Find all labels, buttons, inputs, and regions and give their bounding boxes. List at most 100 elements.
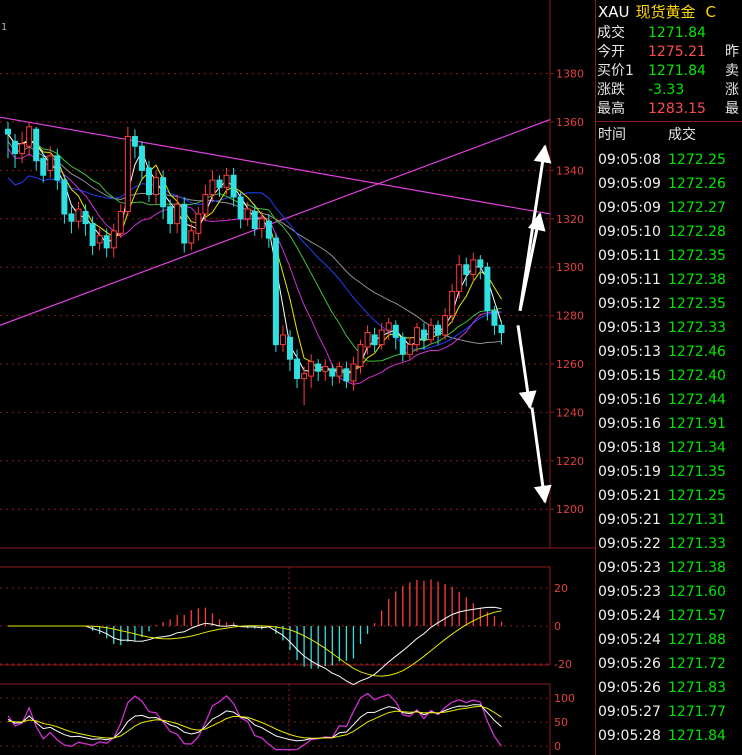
candle-body: [244, 208, 251, 220]
quote-value: -3.33: [648, 82, 685, 98]
candle-body: [322, 365, 329, 372]
tick-row: 09:05:13 1272.33: [596, 316, 742, 340]
candle-body: [371, 334, 378, 346]
candle-body: [117, 211, 124, 234]
candle-body: [498, 324, 505, 334]
candle-body: [329, 368, 336, 377]
candle-body: [202, 194, 209, 215]
tick-price: 1272.28: [668, 224, 726, 240]
tick-time: 09:05:21: [598, 512, 661, 528]
tick-price: 1271.31: [668, 512, 726, 528]
tick-price: 1272.25: [668, 152, 726, 168]
candle-body: [181, 203, 188, 244]
candle-body: [110, 230, 117, 249]
quote-value: 1271.84: [648, 63, 706, 79]
kdj-tick-label: 50: [554, 716, 568, 729]
tick-time: 09:05:09: [598, 176, 661, 192]
quote-label: 今开: [597, 44, 625, 60]
quote-value: 1271.84: [648, 25, 706, 41]
ticks-list[interactable]: 09:05:08 1272.25 09:05:09 1272.26 09:05:09 12…: [596, 148, 742, 748]
quote-label-2: 昨: [725, 44, 739, 60]
candle-body: [167, 206, 174, 225]
candle-body: [428, 324, 434, 341]
tick-row: 09:05:13 1272.46: [596, 340, 742, 364]
candle-body: [223, 174, 230, 188]
quote-value: 1275.21: [648, 44, 706, 60]
quote-label-2: 最: [725, 101, 739, 117]
tick-row: 09:05:26 1271.83: [596, 676, 742, 700]
candle-body: [301, 373, 308, 380]
candle-body: [174, 203, 181, 225]
candle-body: [75, 208, 82, 222]
quote-row: 成交 1271.84: [596, 24, 742, 43]
candle-body: [484, 266, 491, 312]
candle-body: [315, 363, 322, 372]
tick-row: 09:05:09 1272.26: [596, 172, 742, 196]
tick-row: 09:05:23 1271.38: [596, 556, 742, 580]
price-tick-label: 1220: [556, 455, 584, 468]
quote-label-2: 涨: [725, 82, 739, 98]
price-tick-label: 1200: [556, 503, 584, 516]
candle-body: [160, 177, 167, 208]
tick-time: 09:05:12: [598, 296, 661, 312]
quote-table: 成交 1271.84 今开 1275.21 昨买价1 1271.84 卖涨跌 -3.33 涨最高…: [596, 24, 742, 119]
tick-price: 1272.27: [668, 200, 726, 216]
kdj-tick-label: 100: [554, 692, 575, 705]
trendline-resistance: [0, 116, 551, 215]
candle-body: [279, 334, 286, 346]
candle-body: [413, 327, 420, 346]
candle-body: [237, 196, 244, 220]
candle-body: [209, 179, 216, 196]
candle-body: [258, 218, 265, 229]
ma-yellow-line: [7, 133, 502, 373]
tick-row: 09:05:12 1272.35: [596, 292, 742, 316]
tick-time: 09:05:23: [598, 584, 661, 600]
quote-row: 最高 1283.15 最: [596, 100, 742, 119]
price-tick-label: 1380: [556, 68, 584, 81]
candle-body: [33, 128, 40, 162]
candle-body: [392, 324, 399, 338]
tick-time: 09:05:24: [598, 632, 661, 648]
tick-price: 1271.72: [668, 656, 726, 672]
quote-value: 1283.15: [648, 101, 706, 117]
kdj-panel-frame: [0, 683, 551, 755]
tick-row: 09:05:08 1272.25: [596, 148, 742, 172]
macd-tick-label: 20: [554, 582, 568, 595]
candle-body: [40, 157, 47, 176]
tick-price: 1271.25: [668, 488, 726, 504]
candle-body: [146, 167, 152, 196]
tick-time: 09:05:18: [598, 440, 661, 456]
candle-body: [96, 235, 103, 244]
tick-time: 09:05:26: [598, 656, 661, 672]
tick-time: 09:05:16: [598, 416, 661, 432]
macd-dea-line: [8, 610, 502, 677]
candle-body: [5, 128, 11, 135]
tick-time: 09:05:13: [598, 344, 661, 360]
annotation-arrow: [518, 212, 546, 312]
tick-price: 1272.35: [668, 296, 726, 312]
candle-body: [442, 315, 449, 336]
tick-time: 09:05:11: [598, 248, 661, 264]
candle-body: [364, 332, 371, 348]
symbol-name: 现货黄金: [635, 3, 696, 21]
candle-body: [406, 344, 413, 355]
tick-time: 09:05:13: [598, 320, 661, 336]
candle-body: [343, 368, 350, 382]
candle-body: [124, 136, 131, 213]
ticks-header: 时间 成交: [596, 122, 742, 148]
tick-price: 1271.35: [668, 464, 726, 480]
price-tick-label: 1280: [556, 310, 584, 323]
candle-body: [491, 310, 498, 326]
tick-price: 1272.46: [668, 344, 726, 360]
candlestick-chart[interactable]: 1 1200 1220 1240 1260 1280 1300 1320 1340 1360 138…: [0, 0, 595, 755]
candle-body: [272, 237, 279, 346]
tick-price: 1271.38: [668, 560, 726, 576]
tick-price: 1272.35: [668, 248, 726, 264]
annotation-arrow: [530, 407, 552, 504]
tick-time: 09:05:08: [598, 152, 661, 168]
candle-body: [131, 136, 138, 147]
tick-row: 09:05:21 1271.31: [596, 508, 742, 532]
quote-label: 最高: [597, 101, 625, 117]
tick-price: 1272.33: [668, 320, 726, 336]
candle-body: [54, 155, 61, 181]
